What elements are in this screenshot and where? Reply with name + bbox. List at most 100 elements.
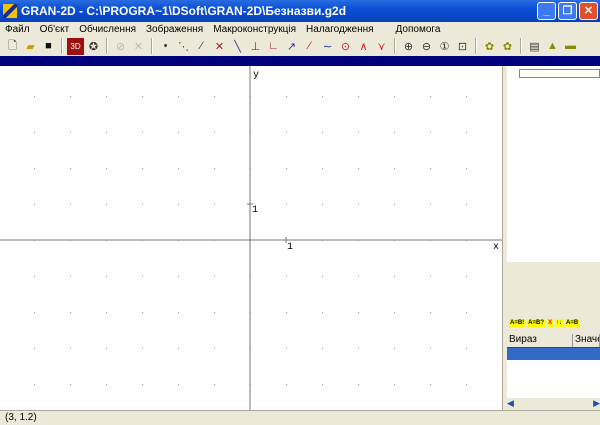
- edit-expression-button[interactable]: A=B: [565, 319, 580, 327]
- column-expression[interactable]: Вираз: [507, 334, 573, 347]
- grid-dot: [34, 276, 35, 277]
- grid-dot: [286, 348, 287, 349]
- macro-record-icon[interactable]: ✿: [481, 38, 498, 55]
- grid-dot: [250, 312, 251, 313]
- arc-icon[interactable]: ⁄: [301, 38, 318, 55]
- new-file-icon[interactable]: 🗋: [4, 38, 21, 55]
- expression-input[interactable]: [519, 69, 600, 78]
- undo-icon[interactable]: ⊘: [112, 38, 129, 55]
- column-value[interactable]: Значен: [573, 334, 600, 347]
- segment-points-icon[interactable]: ⋱: [175, 38, 192, 55]
- zoom-in-icon[interactable]: ⊕: [400, 38, 417, 55]
- expressions-panel: A=B! A=B? X ↑↓ A=B Вираз Значен ◀ ▶: [507, 66, 600, 410]
- grid-dot: [250, 204, 251, 205]
- horizontal-scrollbar[interactable]: ◀ ▶: [507, 398, 600, 410]
- grid-dot: [214, 168, 215, 169]
- zoom-reset-icon[interactable]: ①: [436, 38, 453, 55]
- grid-dot: [70, 204, 71, 205]
- grid-dot: [70, 96, 71, 97]
- circle-icon[interactable]: ⊙: [337, 38, 354, 55]
- check-expression-button[interactable]: A=B?: [527, 319, 546, 327]
- menu-file[interactable]: Файл: [0, 24, 35, 35]
- y-unit-label: 1: [252, 205, 258, 216]
- measure-icon[interactable]: ▲: [544, 38, 561, 55]
- segment-icon[interactable]: ╲: [229, 38, 246, 55]
- grid-dot: [394, 96, 395, 97]
- menu-view[interactable]: Зображення: [141, 24, 208, 35]
- add-expression-button[interactable]: A=B!: [509, 319, 526, 327]
- minimize-button[interactable]: _: [537, 2, 556, 20]
- polyline-icon[interactable]: ∼: [319, 38, 336, 55]
- grid-dot: [142, 240, 143, 241]
- refresh-icon[interactable]: ✪: [85, 38, 102, 55]
- menu-calculations[interactable]: Обчислення: [74, 24, 141, 35]
- grid-dot: [106, 276, 107, 277]
- menu-debug[interactable]: Налагодження: [301, 24, 379, 35]
- maximize-button[interactable]: ❐: [558, 2, 577, 20]
- grid-dot: [430, 312, 431, 313]
- grid-dot: [214, 240, 215, 241]
- grid-dot: [358, 348, 359, 349]
- ruler-icon[interactable]: ▬: [562, 38, 579, 55]
- grid-dot: [214, 348, 215, 349]
- scroll-left-icon[interactable]: ◀: [507, 398, 514, 410]
- menu-macro[interactable]: Макроконструкція: [208, 24, 301, 35]
- grid-dot: [394, 204, 395, 205]
- grid-dot: [286, 96, 287, 97]
- line-icon[interactable]: ⁄: [193, 38, 210, 55]
- grid-dot: [286, 276, 287, 277]
- grid-dot: [358, 132, 359, 133]
- grid-dot: [466, 384, 467, 385]
- grid-dot: [70, 240, 71, 241]
- close-button[interactable]: ✕: [579, 2, 598, 20]
- calculator-icon[interactable]: ▤: [526, 38, 543, 55]
- toolbar: 🗋 ▰ ■ 3D ✪ ⊘ ✕ • ⋱ ⁄ ✕ ╲ ⊥ ∟ ↗ ⁄ ∼ ⊙ ∧ ⋎…: [0, 36, 600, 56]
- grid-dot: [250, 276, 251, 277]
- curve-icon[interactable]: ∧: [355, 38, 372, 55]
- grid-dot: [34, 132, 35, 133]
- grid-dot: [34, 168, 35, 169]
- grid-dot: [358, 240, 359, 241]
- grid-dot: [286, 204, 287, 205]
- grid-dot: [394, 348, 395, 349]
- grid-dot: [178, 240, 179, 241]
- grid-dot: [34, 204, 35, 205]
- grid-dot: [466, 168, 467, 169]
- table-row-selected[interactable]: [507, 348, 600, 360]
- calculator-3d-icon[interactable]: 3D: [67, 37, 84, 55]
- menu-object[interactable]: Об'єкт: [35, 24, 75, 35]
- delete-icon[interactable]: ✕: [130, 38, 147, 55]
- y-axis-label: y: [253, 70, 259, 81]
- grid-dot: [34, 240, 35, 241]
- macro-play-icon[interactable]: ✿: [499, 38, 516, 55]
- scroll-right-icon[interactable]: ▶: [593, 398, 600, 410]
- grid-dot: [358, 168, 359, 169]
- grid-dot: [358, 312, 359, 313]
- grid-dot: [358, 96, 359, 97]
- grid-dot: [142, 384, 143, 385]
- sort-expression-button[interactable]: ↑↓: [555, 319, 564, 327]
- grid-dot: [322, 168, 323, 169]
- grid-dot: [142, 348, 143, 349]
- grid-dot: [214, 96, 215, 97]
- grid-dot: [286, 312, 287, 313]
- delete-expression-button[interactable]: X: [547, 319, 554, 327]
- open-folder-icon[interactable]: ▰: [22, 38, 39, 55]
- grid-dot: [358, 276, 359, 277]
- save-icon[interactable]: ■: [40, 38, 57, 55]
- grid-dot: [34, 96, 35, 97]
- angle-icon[interactable]: ∟: [265, 38, 282, 55]
- zoom-out-icon[interactable]: ⊖: [418, 38, 435, 55]
- expression-toolbar: A=B! A=B? X ↑↓ A=B: [507, 312, 600, 334]
- point-icon[interactable]: •: [157, 38, 174, 55]
- drawing-canvas[interactable]: x y 1 1: [0, 66, 502, 410]
- title-bar: GRAN-2D - C:\PROGRA~1\DSoft\GRAN-2D\Безн…: [0, 0, 600, 22]
- zoom-window-icon[interactable]: ⊡: [454, 38, 471, 55]
- grid-dot: [214, 276, 215, 277]
- menu-help[interactable]: Допомога: [391, 24, 446, 35]
- perpendicular-icon[interactable]: ⊥: [247, 38, 264, 55]
- vector-icon[interactable]: ↗: [283, 38, 300, 55]
- intersection-icon[interactable]: ✕: [211, 38, 228, 55]
- grid-dot: [430, 240, 431, 241]
- broken-line-icon[interactable]: ⋎: [373, 38, 390, 55]
